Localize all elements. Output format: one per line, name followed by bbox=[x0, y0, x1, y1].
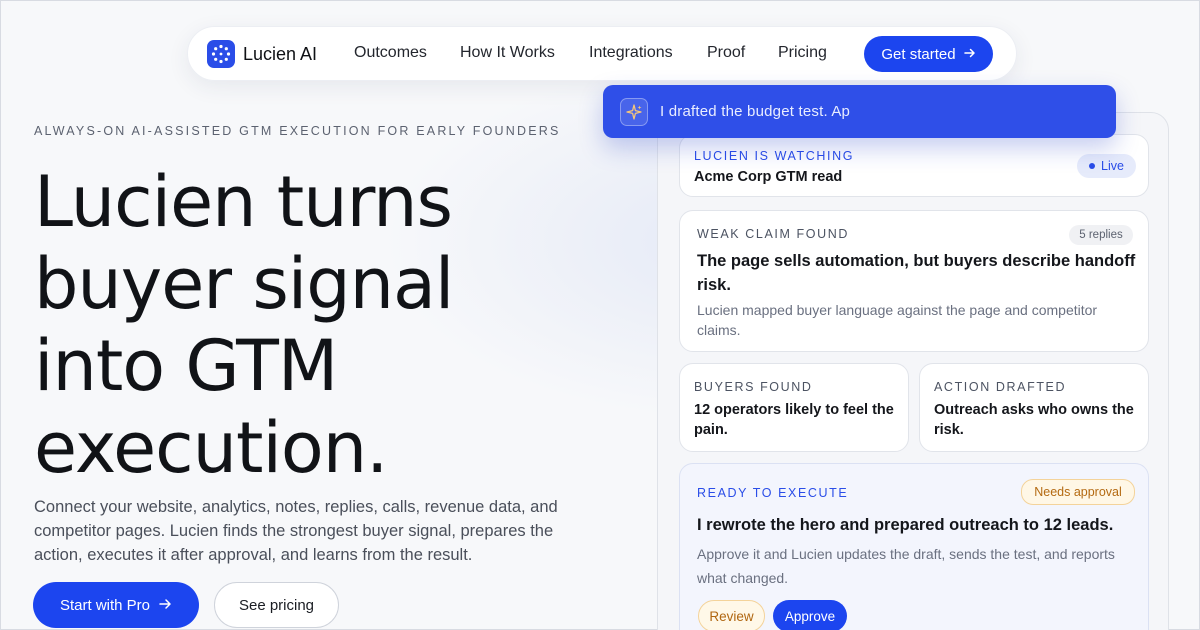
replies-badge: 5 replies bbox=[1069, 225, 1133, 245]
weak-claim-label: WEAK CLAIM FOUND bbox=[697, 227, 849, 241]
buyers-found-card: BUYERS FOUND 12 operators likely to feel… bbox=[679, 363, 909, 452]
nav-link-pricing[interactable]: Pricing bbox=[778, 44, 827, 62]
nav-link-outcomes[interactable]: Outcomes bbox=[354, 44, 427, 62]
review-button[interactable]: Review bbox=[698, 600, 765, 630]
start-with-pro-label: Start with Pro bbox=[59, 596, 151, 614]
arrow-right-icon bbox=[963, 46, 976, 63]
nav-link-how-it-works[interactable]: How It Works bbox=[460, 44, 555, 62]
assistant-toast[interactable]: I drafted the budget test. Ap bbox=[603, 85, 1116, 138]
start-with-pro-button[interactable]: Start with Pro bbox=[33, 582, 199, 628]
buyers-found-title: 12 operators likely to feel the pain. bbox=[694, 402, 894, 438]
sparkle-icon bbox=[620, 97, 648, 126]
nav-link-proof[interactable]: Proof bbox=[707, 44, 745, 62]
brand-logo[interactable]: Lucien AI bbox=[207, 40, 317, 68]
action-drafted-card: ACTION DRAFTED Outreach asks who owns th… bbox=[919, 363, 1149, 452]
activity-panel: LUCIEN IS WATCHING Acme Corp GTM read Li… bbox=[657, 112, 1169, 630]
live-badge: Live bbox=[1077, 154, 1136, 178]
ready-body: Approve it and Lucien updates the draft,… bbox=[697, 546, 1115, 586]
action-drafted-title: Outreach asks who owns the risk. bbox=[934, 402, 1134, 438]
headline-line: buyer signal bbox=[34, 243, 454, 325]
hero-subcopy: Connect your website, analytics, notes, … bbox=[34, 498, 558, 564]
needs-approval-badge: Needs approval bbox=[1021, 479, 1135, 505]
brand-name: Lucien AI bbox=[243, 43, 318, 64]
watching-label: LUCIEN IS WATCHING bbox=[694, 149, 855, 163]
watching-card: LUCIEN IS WATCHING Acme Corp GTM read Li… bbox=[679, 134, 1149, 197]
top-navigation: Lucien AI Outcomes How It Works Integrat… bbox=[187, 26, 1017, 81]
weak-claim-card: WEAK CLAIM FOUND 5 replies The page sell… bbox=[679, 210, 1149, 352]
toast-text: I drafted the budget test. Ap bbox=[660, 103, 851, 120]
approve-button[interactable]: Approve bbox=[773, 600, 847, 630]
ready-to-execute-card: READY TO EXECUTE Needs approval I rewrot… bbox=[679, 463, 1149, 630]
get-started-button[interactable]: Get started bbox=[864, 36, 993, 72]
headline-line: Lucien turns bbox=[34, 161, 453, 243]
live-dot-icon bbox=[1089, 163, 1096, 169]
headline-line: execution. bbox=[34, 407, 388, 489]
get-started-label: Get started bbox=[881, 45, 956, 63]
arrow-right-icon bbox=[159, 597, 172, 614]
dotted-ring-logo-icon bbox=[207, 40, 235, 68]
watching-title: Acme Corp GTM read bbox=[694, 169, 843, 185]
headline-line: into GTM bbox=[34, 325, 338, 407]
live-badge-label: Live bbox=[1101, 159, 1124, 173]
see-pricing-button[interactable]: See pricing bbox=[214, 582, 339, 628]
ready-label: READY TO EXECUTE bbox=[697, 486, 849, 500]
hero-eyebrow: ALWAYS-ON AI-ASSISTED GTM EXECUTION FOR … bbox=[34, 124, 561, 138]
weak-claim-title: The page sells automation, but buyers de… bbox=[697, 252, 1136, 294]
nav-link-integrations[interactable]: Integrations bbox=[589, 44, 673, 62]
weak-claim-body: Lucien mapped buyer language against the… bbox=[697, 302, 1098, 338]
ready-title: I rewrote the hero and prepared outreach… bbox=[697, 516, 1114, 534]
action-drafted-label: ACTION DRAFTED bbox=[934, 380, 1067, 394]
hero-headline: Lucien turns buyer signal into GTM execu… bbox=[34, 161, 594, 489]
buyers-found-label: BUYERS FOUND bbox=[694, 380, 813, 394]
